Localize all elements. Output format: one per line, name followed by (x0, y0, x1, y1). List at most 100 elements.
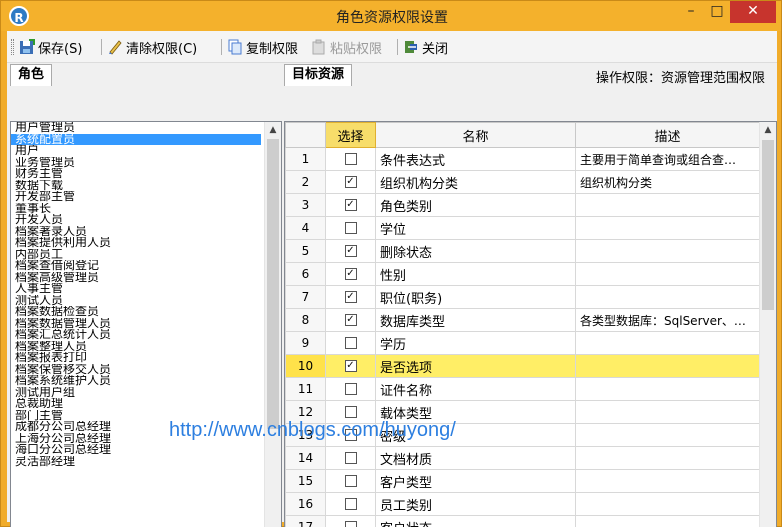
select-checkbox[interactable] (344, 521, 357, 527)
resource-name-cell[interactable]: 客户状态 (375, 515, 576, 527)
resource-name-cell[interactable]: 员工类别 (375, 492, 576, 516)
role-list-item[interactable]: 开发部主管 (11, 191, 281, 203)
role-list-item[interactable]: 档案提供利用人员 (11, 237, 281, 249)
resource-desc-cell[interactable]: 各类型数据库：SqlServer、… (575, 308, 760, 332)
resource-desc-cell[interactable]: 组织机构分类 (575, 170, 760, 194)
role-list-item[interactable]: 档案高级管理员 (11, 272, 281, 284)
table-row[interactable]: 6 ✓ 性别 (285, 262, 760, 286)
select-checkbox[interactable]: ✓ (344, 199, 357, 211)
title-bar[interactable]: R 角色资源权限设置 – □ ✕ (1, 1, 781, 31)
scroll-thumb[interactable] (762, 140, 774, 310)
resource-desc-cell[interactable] (575, 193, 760, 217)
resource-name-cell[interactable]: 数据库类型 (375, 308, 576, 332)
resource-desc-cell[interactable] (575, 285, 760, 309)
clear-permissions-button[interactable]: 清除权限(C) (107, 37, 197, 57)
role-list-item[interactable]: 档案著录人员 (11, 226, 281, 238)
role-list-item[interactable]: 档案系统维护人员 (11, 375, 281, 387)
roles-scrollbar[interactable]: ▲ ▼ (264, 122, 281, 527)
resource-desc-cell[interactable] (575, 423, 760, 447)
resource-desc-cell[interactable] (575, 446, 760, 470)
select-checkbox[interactable] (344, 153, 357, 165)
select-checkbox[interactable] (344, 475, 357, 487)
name-column-header[interactable]: 名称 (375, 122, 576, 148)
desc-column-header[interactable]: 描述 (575, 122, 760, 148)
table-row[interactable]: 1 条件表达式 主要用于简单查询或组合查… (285, 147, 760, 171)
resource-name-cell[interactable]: 学位 (375, 216, 576, 240)
scroll-up-icon[interactable]: ▲ (265, 122, 281, 138)
select-checkbox[interactable]: ✓ (344, 291, 357, 303)
role-list-item[interactable]: 开发人员 (11, 214, 281, 226)
table-row[interactable]: 8 ✓ 数据库类型 各类型数据库：SqlServer、… (285, 308, 760, 332)
resource-name-cell[interactable]: 客户类型 (375, 469, 576, 493)
select-checkbox[interactable] (344, 337, 357, 349)
role-list-item[interactable]: 档案保管移交人员 (11, 364, 281, 376)
close-button[interactable]: 关闭 (403, 37, 448, 57)
role-list-item[interactable]: 业务管理员 (11, 157, 281, 169)
role-list-item[interactable]: 档案查借阅登记 (11, 260, 281, 272)
resource-desc-cell[interactable] (575, 239, 760, 263)
resource-name-cell[interactable]: 证件名称 (375, 377, 576, 401)
table-row[interactable]: 11 证件名称 (285, 377, 760, 401)
table-row[interactable]: 16 员工类别 (285, 492, 760, 516)
resource-desc-cell[interactable] (575, 216, 760, 240)
select-checkbox[interactable]: ✓ (344, 268, 357, 280)
scroll-up-icon[interactable]: ▲ (760, 122, 776, 138)
select-checkbox[interactable]: ✓ (344, 245, 357, 257)
role-list-item[interactable]: 档案整理人员 (11, 341, 281, 353)
table-row[interactable]: 17 客户状态 (285, 515, 760, 527)
resource-desc-cell[interactable] (575, 492, 760, 516)
role-list-item[interactable]: 档案报表打印 (11, 352, 281, 364)
resource-desc-cell[interactable] (575, 515, 760, 527)
save-button[interactable]: 保存(S) (19, 37, 82, 57)
resource-desc-cell[interactable] (575, 377, 760, 401)
select-checkbox[interactable] (344, 222, 357, 234)
copy-permissions-button[interactable]: 复制权限 (227, 37, 298, 57)
role-list-item[interactable]: 数据下载 (11, 180, 281, 192)
select-checkbox[interactable] (344, 383, 357, 395)
role-list-item[interactable]: 总裁助理 (11, 398, 281, 410)
roles-tab[interactable]: 角色 (10, 64, 52, 86)
resource-name-cell[interactable]: 性别 (375, 262, 576, 286)
minimize-button[interactable]: – (678, 1, 704, 23)
role-list-item[interactable]: 档案数据检查员 (11, 306, 281, 318)
table-row[interactable]: 9 学历 (285, 331, 760, 355)
role-list-item[interactable]: 档案汇总统计人员 (11, 329, 281, 341)
roles-list[interactable]: 用户管理员 系统配置员 用户 业务管理员 财务主管 数据下载 开发部主管 董事长 开发人员 档案著… (10, 121, 282, 527)
resource-desc-cell[interactable]: 主要用于简单查询或组合查… (575, 147, 760, 171)
select-checkbox[interactable] (344, 452, 357, 464)
role-list-item[interactable]: 灵活部经理 (11, 456, 281, 468)
table-row[interactable]: 2 ✓ 组织机构分类 组织机构分类 (285, 170, 760, 194)
role-list-item[interactable]: 董事长 (11, 203, 281, 215)
role-list-item[interactable]: 测试用户组 (11, 387, 281, 399)
role-list-item[interactable]: 人事主管 (11, 283, 281, 295)
resource-name-cell[interactable]: 学历 (375, 331, 576, 355)
table-row[interactable]: 5 ✓ 删除状态 (285, 239, 760, 263)
resources-tab[interactable]: 目标资源 (284, 64, 352, 86)
table-row[interactable]: 3 ✓ 角色类别 (285, 193, 760, 217)
paste-permissions-button[interactable]: 粘贴权限 (311, 37, 382, 57)
role-list-item[interactable]: 财务主管 (11, 168, 281, 180)
table-row[interactable]: 4 学位 (285, 216, 760, 240)
select-checkbox[interactable]: ✓ (344, 176, 357, 188)
select-checkbox[interactable]: ✓ (344, 360, 357, 372)
resource-name-cell[interactable]: 角色类别 (375, 193, 576, 217)
resource-name-cell[interactable]: 文档材质 (375, 446, 576, 470)
role-list-item[interactable]: 海口分公司总经理 (11, 444, 281, 456)
select-column-header[interactable]: 选择 (325, 122, 376, 148)
grid-vertical-scrollbar[interactable]: ▲ (759, 122, 776, 527)
role-list-item[interactable]: 内部员工 (11, 249, 281, 261)
resources-grid[interactable]: 选择 名称 描述 1 条件表达式 主要用于简单查询或组合查… 2 ✓ 组织机构分类 组织机构… (284, 121, 777, 527)
resource-desc-cell[interactable] (575, 354, 760, 378)
role-list-item[interactable]: 用户 (11, 145, 281, 157)
select-checkbox[interactable]: ✓ (344, 314, 357, 326)
resource-desc-cell[interactable] (575, 262, 760, 286)
role-list-item[interactable]: 用户管理员 (11, 122, 281, 134)
resource-name-cell[interactable]: 删除状态 (375, 239, 576, 263)
resource-name-cell[interactable]: 条件表达式 (375, 147, 576, 171)
role-list-item[interactable]: 测试人员 (11, 295, 281, 307)
maximize-button[interactable]: □ (704, 1, 730, 23)
resource-desc-cell[interactable] (575, 469, 760, 493)
resource-name-cell[interactable]: 组织机构分类 (375, 170, 576, 194)
scroll-thumb[interactable] (267, 139, 279, 429)
table-row[interactable]: 14 文档材质 (285, 446, 760, 470)
